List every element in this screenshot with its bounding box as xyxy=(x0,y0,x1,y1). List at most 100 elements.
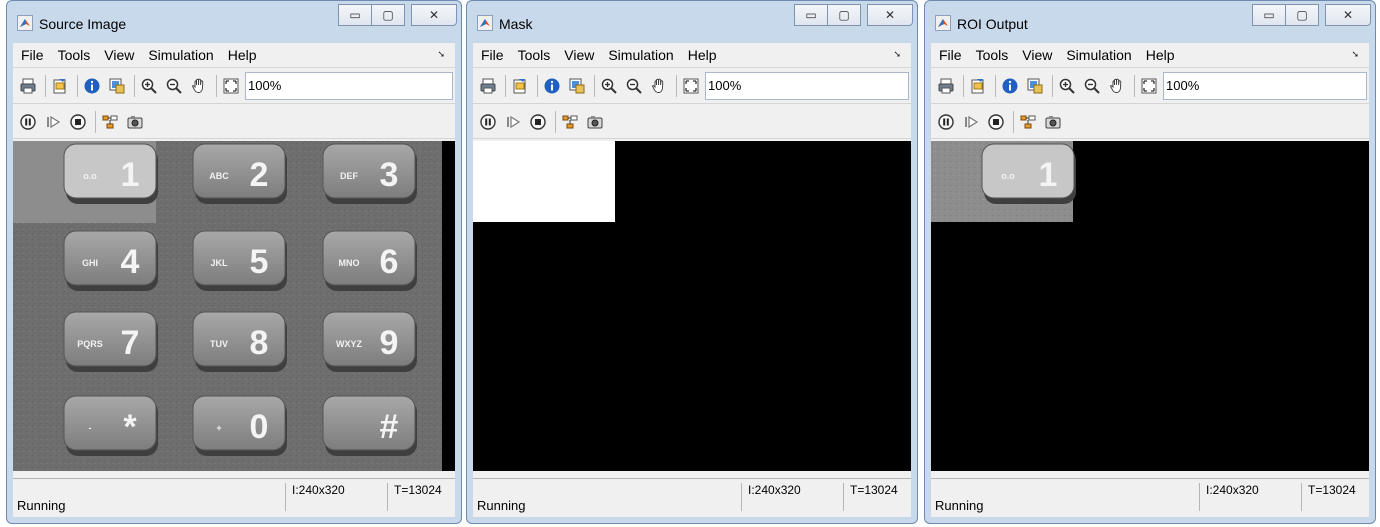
export-icon[interactable] xyxy=(106,75,128,97)
export-icon[interactable] xyxy=(566,75,588,97)
toolbar-separator xyxy=(134,74,135,97)
info-icon[interactable] xyxy=(541,75,563,97)
title-bar[interactable]: Mask ▭ ▢ ✕ xyxy=(467,1,917,39)
open-icon[interactable] xyxy=(49,75,71,97)
window-3[interactable]: ROI Output ▭ ▢ ✕ File Tools View Simulation Help… xyxy=(924,0,1376,524)
pan-icon[interactable] xyxy=(648,75,670,97)
menu-simulation[interactable]: Simulation xyxy=(1059,47,1138,63)
zoom-value: 100% xyxy=(248,78,282,93)
zoom-in-icon[interactable] xyxy=(1056,75,1078,97)
menu-overflow-icon[interactable]: ➘ xyxy=(437,49,445,60)
step-icon[interactable] xyxy=(42,111,64,133)
close-button[interactable]: ✕ xyxy=(1325,4,1371,26)
window-1[interactable]: Source Image ▭ ▢ ✕ File Tools View Simulation He… xyxy=(6,0,462,524)
keypad-key: # xyxy=(322,395,417,456)
menu-tools[interactable]: Tools xyxy=(51,47,98,63)
toolbar-separator xyxy=(1052,74,1053,97)
status-bar: Running I:240x320 T=13024 xyxy=(13,478,455,517)
toolbar-separator xyxy=(95,110,96,133)
snapshot-icon[interactable] xyxy=(584,111,606,133)
menu-file[interactable]: File xyxy=(473,47,511,63)
snapshot-icon[interactable] xyxy=(124,111,146,133)
video-display[interactable] xyxy=(473,141,911,471)
maximize-button[interactable]: ▢ xyxy=(371,4,405,26)
stop-icon[interactable] xyxy=(527,111,549,133)
window-client: File Tools View Simulation Help ➘ 100% Running I… xyxy=(473,43,911,517)
menu-help[interactable]: Help xyxy=(681,47,724,63)
fit-icon[interactable] xyxy=(1138,75,1160,97)
zoom-combo[interactable]: 100% xyxy=(1163,71,1367,100)
menu-view[interactable]: View xyxy=(97,47,141,63)
maximize-icon: ▢ xyxy=(382,8,394,22)
zoom-combo[interactable]: 100% xyxy=(705,71,909,100)
stop-icon[interactable] xyxy=(985,111,1007,133)
highlight-icon[interactable] xyxy=(559,111,581,133)
zoom-out-icon[interactable] xyxy=(623,75,645,97)
menu-bar: File Tools View Simulation Help ➘ xyxy=(13,43,455,68)
menu-help[interactable]: Help xyxy=(1139,47,1182,63)
info-icon[interactable] xyxy=(999,75,1021,97)
window-2[interactable]: Mask ▭ ▢ ✕ File Tools View Simulation Help ➘ 100% R… xyxy=(466,0,918,524)
step-icon[interactable] xyxy=(502,111,524,133)
minimize-button[interactable]: ▭ xyxy=(1252,4,1286,26)
toolbar-separator xyxy=(1013,110,1014,133)
keypad-key: MNO 6 xyxy=(322,230,417,291)
close-button[interactable]: ✕ xyxy=(411,4,457,26)
minimize-button[interactable]: ▭ xyxy=(338,4,372,26)
zoom-combo[interactable]: 100% xyxy=(245,71,453,100)
zoom-value: 100% xyxy=(1166,78,1200,93)
pan-icon[interactable] xyxy=(1106,75,1128,97)
step-icon[interactable] xyxy=(960,111,982,133)
maximize-button[interactable]: ▢ xyxy=(827,4,861,26)
highlight-icon[interactable] xyxy=(99,111,121,133)
pause-icon[interactable] xyxy=(477,111,499,133)
print-icon[interactable] xyxy=(477,75,499,97)
toolbar-main: 100% xyxy=(931,68,1369,104)
pause-icon[interactable] xyxy=(17,111,39,133)
title-bar[interactable]: ROI Output ▭ ▢ ✕ xyxy=(925,1,1375,39)
fit-icon[interactable] xyxy=(680,75,702,97)
zoom-out-icon[interactable] xyxy=(163,75,185,97)
toolbar-main: 100% xyxy=(13,68,455,104)
stop-icon[interactable] xyxy=(67,111,89,133)
print-icon[interactable] xyxy=(17,75,39,97)
menu-tools[interactable]: Tools xyxy=(969,47,1016,63)
toolbar-separator xyxy=(1134,74,1135,97)
menu-tools[interactable]: Tools xyxy=(511,47,558,63)
key-letters: - xyxy=(89,423,92,433)
highlight-icon[interactable] xyxy=(1017,111,1039,133)
menu-help[interactable]: Help xyxy=(221,47,264,63)
open-icon[interactable] xyxy=(967,75,989,97)
menu-overflow-icon[interactable]: ➘ xyxy=(1351,49,1359,60)
menu-view[interactable]: View xyxy=(1015,47,1059,63)
title-bar[interactable]: Source Image ▭ ▢ ✕ xyxy=(7,1,461,39)
print-icon[interactable] xyxy=(935,75,957,97)
info-icon[interactable] xyxy=(81,75,103,97)
close-button[interactable]: ✕ xyxy=(867,4,913,26)
zoom-out-icon[interactable] xyxy=(1081,75,1103,97)
pan-icon[interactable] xyxy=(188,75,210,97)
key-digit: 8 xyxy=(250,324,269,362)
menu-overflow-icon[interactable]: ➘ xyxy=(893,49,901,60)
open-icon[interactable] xyxy=(509,75,531,97)
pause-icon[interactable] xyxy=(935,111,957,133)
video-display[interactable]: o.o 1 ABC 2 DEF 3 GHI 4 JKL 5 MNO 6 PQRS 7 TUV 8 WXYZ 9- *… xyxy=(13,141,455,471)
zoom-in-icon[interactable] xyxy=(598,75,620,97)
fit-icon[interactable] xyxy=(220,75,242,97)
close-icon: ✕ xyxy=(884,8,896,22)
menu-file[interactable]: File xyxy=(13,47,51,63)
status-state: Running xyxy=(17,498,66,513)
zoom-in-icon[interactable] xyxy=(138,75,160,97)
menu-bar: File Tools View Simulation Help ➘ xyxy=(931,43,1369,68)
menu-simulation[interactable]: Simulation xyxy=(141,47,220,63)
menu-simulation[interactable]: Simulation xyxy=(601,47,680,63)
minimize-icon: ▭ xyxy=(1263,8,1275,22)
minimize-button[interactable]: ▭ xyxy=(794,4,828,26)
video-display[interactable]: o.o 1 xyxy=(931,141,1369,471)
menu-view[interactable]: View xyxy=(557,47,601,63)
snapshot-icon[interactable] xyxy=(1042,111,1064,133)
export-icon[interactable] xyxy=(1024,75,1046,97)
menu-file[interactable]: File xyxy=(931,47,969,63)
key-digit: 7 xyxy=(121,324,140,362)
maximize-button[interactable]: ▢ xyxy=(1285,4,1319,26)
